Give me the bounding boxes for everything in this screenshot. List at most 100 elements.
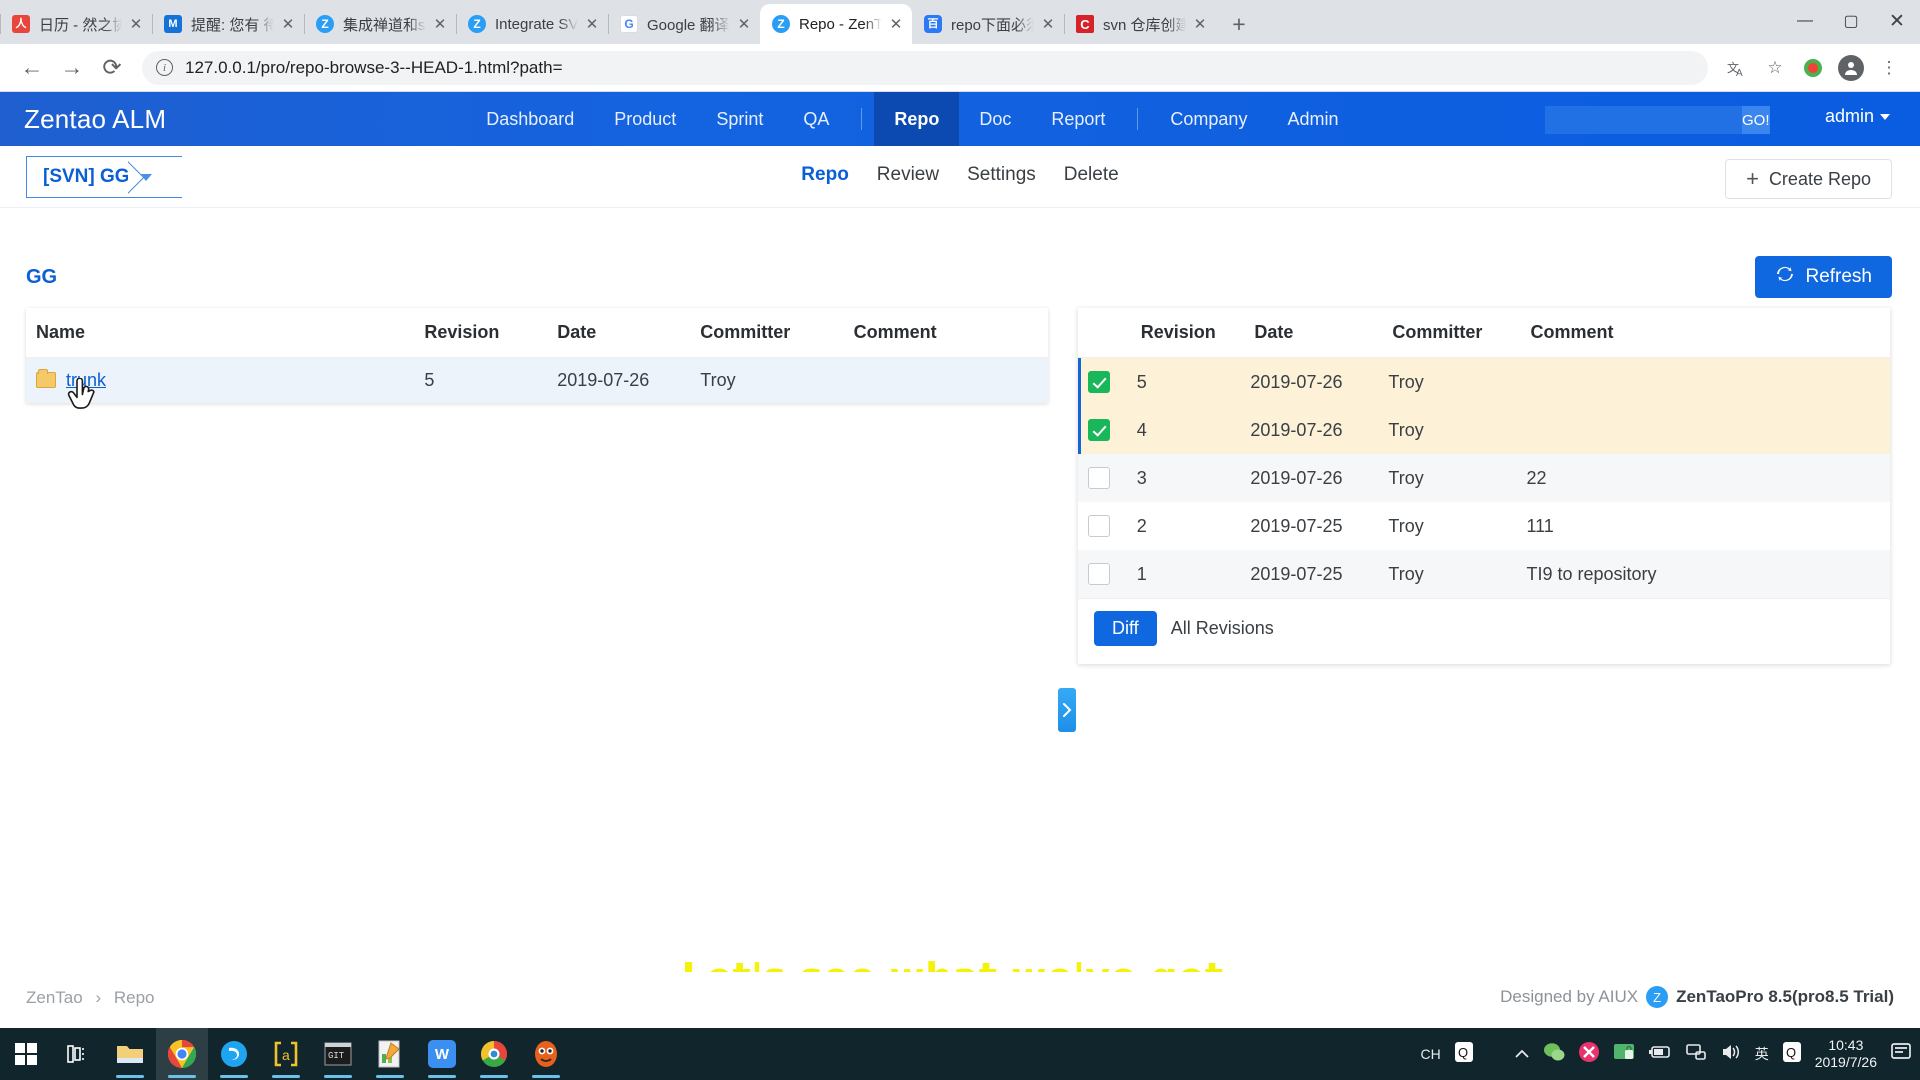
ime-language-indicator[interactable]: 英 — [1755, 1044, 1769, 1064]
tab-close-icon[interactable]: ✕ — [582, 14, 602, 34]
history-col-committer[interactable]: Committer — [1378, 308, 1517, 358]
user-menu[interactable]: admin — [1825, 106, 1890, 127]
table-row[interactable]: 3 2019-07-26 Troy 22 — [1078, 454, 1890, 502]
history-check-cell — [1078, 550, 1127, 598]
diff-button[interactable]: Diff — [1094, 611, 1157, 646]
table-row[interactable]: 2 2019-07-25 Troy 111 — [1078, 502, 1890, 550]
history-col-date[interactable]: Date — [1240, 308, 1379, 358]
browser-tab-5-active[interactable]: Z Repo - ZenTao ✕ — [760, 4, 912, 44]
address-bar[interactable]: i 127.0.0.1/pro/repo-browse-3--HEAD-1.ht… — [142, 50, 1708, 85]
extension-icon[interactable] — [1794, 49, 1832, 87]
menu-item-report[interactable]: Report — [1031, 92, 1125, 146]
menu-item-sprint[interactable]: Sprint — [696, 92, 783, 146]
files-col-name[interactable]: Name — [26, 308, 415, 358]
back-button[interactable]: ← — [12, 48, 52, 88]
tab-close-icon[interactable]: ✕ — [886, 14, 906, 34]
tab-close-icon[interactable]: ✕ — [126, 14, 146, 34]
lock-icon[interactable] — [1613, 1042, 1635, 1066]
menu-item-doc[interactable]: Doc — [959, 92, 1031, 146]
menu-item-company[interactable]: Company — [1150, 92, 1267, 146]
browser-tab-7[interactable]: C svn 仓库创建、 ✕ — [1064, 4, 1216, 44]
tab-repo[interactable]: Repo — [787, 164, 863, 186]
breadcrumb-root[interactable]: ZenTao — [26, 988, 83, 1007]
tab-settings[interactable]: Settings — [953, 164, 1050, 186]
360-browser-icon[interactable] — [468, 1028, 520, 1080]
panel-collapse-handle[interactable] — [1058, 688, 1076, 732]
row-checkbox[interactable] — [1088, 515, 1110, 537]
history-col-revision[interactable]: Revision — [1126, 308, 1241, 358]
menu-item-qa[interactable]: QA — [783, 92, 849, 146]
forward-button[interactable]: → — [52, 48, 92, 88]
browser-tab-1[interactable]: M 提醒: 您有 待 ✕ — [152, 4, 304, 44]
battery-icon[interactable] — [1648, 1044, 1672, 1064]
tab-close-icon[interactable]: ✕ — [1038, 14, 1058, 34]
network-icon[interactable] — [1685, 1043, 1707, 1065]
tab-delete[interactable]: Delete — [1050, 164, 1133, 186]
menu-item-repo[interactable]: Repo — [874, 92, 960, 146]
row-checkbox[interactable] — [1088, 371, 1110, 393]
task-view-button[interactable] — [52, 1028, 104, 1080]
row-checkbox[interactable] — [1088, 467, 1110, 489]
security-icon[interactable] — [1578, 1041, 1600, 1067]
tab-review[interactable]: Review — [863, 164, 953, 186]
translate-icon[interactable]: 文A — [1718, 49, 1756, 87]
menu-item-product[interactable]: Product — [594, 92, 696, 146]
reload-button[interactable]: ⟳ — [92, 48, 132, 88]
refresh-button[interactable]: Refresh — [1755, 256, 1892, 298]
tab-close-icon[interactable]: ✕ — [278, 14, 298, 34]
browser-tab-0[interactable]: 人 日历 - 然之协同 ✕ — [0, 4, 152, 44]
browser-tab-6[interactable]: 百 repo下面必须 ✕ — [912, 4, 1064, 44]
zentao-icon[interactable] — [208, 1028, 260, 1080]
chrome-icon[interactable] — [156, 1028, 208, 1080]
files-col-revision[interactable]: Revision — [414, 308, 548, 358]
wps-writer-icon[interactable]: W — [416, 1028, 468, 1080]
search-input[interactable] — [1545, 106, 1742, 134]
tab-close-icon[interactable]: ✕ — [430, 14, 450, 34]
brackets-icon[interactable]: a — [260, 1028, 312, 1080]
qq-tray-icon-2[interactable]: Q — [1782, 1041, 1802, 1067]
search-go-button[interactable]: GO! — [1742, 106, 1770, 134]
ime-indicator[interactable]: CH — [1420, 1046, 1440, 1062]
volume-icon[interactable] — [1720, 1043, 1742, 1065]
start-button[interactable] — [0, 1028, 52, 1080]
file-explorer-icon[interactable] — [104, 1028, 156, 1080]
profile-avatar[interactable] — [1832, 49, 1870, 87]
window-minimize-button[interactable]: — — [1782, 0, 1828, 42]
all-revisions-link[interactable]: All Revisions — [1171, 618, 1274, 639]
tray-expand-chevron-icon[interactable] — [1514, 1046, 1530, 1063]
row-checkbox[interactable] — [1088, 563, 1110, 585]
qq-browser-icon[interactable] — [520, 1028, 572, 1080]
files-col-comment[interactable]: Comment — [843, 308, 1048, 358]
clock[interactable]: 10:43 2019/7/26 — [1815, 1037, 1877, 1072]
tab-close-icon[interactable]: ✕ — [734, 14, 754, 34]
browser-tab-4[interactable]: G Google 翻译 ✕ — [608, 4, 760, 44]
menu-item-dashboard[interactable]: Dashboard — [466, 92, 594, 146]
qq-tray-icon[interactable]: Q — [1454, 1041, 1474, 1067]
app-logo[interactable]: Zentao ALM — [24, 104, 166, 135]
terminal-icon[interactable]: GIT — [312, 1028, 364, 1080]
tab-close-icon[interactable]: ✕ — [1190, 14, 1210, 34]
notification-icon[interactable] — [1890, 1042, 1912, 1066]
browser-tab-2[interactable]: Z 集成禅道和svn ✕ — [304, 4, 456, 44]
table-row[interactable]: trunk 5 2019-07-26 Troy — [26, 357, 1048, 403]
window-close-button[interactable]: ✕ — [1874, 0, 1920, 42]
table-row[interactable]: 4 2019-07-26 Troy — [1078, 406, 1890, 454]
window-maximize-button[interactable]: ▢ — [1828, 0, 1874, 42]
table-row[interactable]: 1 2019-07-25 Troy TI9 to repository — [1078, 550, 1890, 598]
files-col-date[interactable]: Date — [547, 308, 691, 358]
row-checkbox[interactable] — [1088, 419, 1110, 441]
wechat-icon[interactable] — [1543, 1042, 1565, 1066]
new-tab-button[interactable]: + — [1222, 7, 1256, 41]
site-info-icon[interactable]: i — [156, 59, 173, 76]
file-link-trunk[interactable]: trunk — [66, 370, 106, 390]
history-col-comment[interactable]: Comment — [1516, 308, 1890, 358]
breadcrumb-current[interactable]: Repo — [114, 988, 155, 1007]
editor-icon[interactable] — [364, 1028, 416, 1080]
menu-item-admin[interactable]: Admin — [1267, 92, 1358, 146]
table-row[interactable]: 5 2019-07-26 Troy — [1078, 357, 1890, 406]
browser-tab-3[interactable]: Z Integrate SVN ✕ — [456, 4, 608, 44]
files-col-committer[interactable]: Committer — [690, 308, 844, 358]
create-repo-button[interactable]: + Create Repo — [1725, 159, 1892, 199]
bookmark-star-icon[interactable]: ☆ — [1756, 49, 1794, 87]
browser-menu-icon[interactable]: ⋮ — [1870, 49, 1908, 87]
